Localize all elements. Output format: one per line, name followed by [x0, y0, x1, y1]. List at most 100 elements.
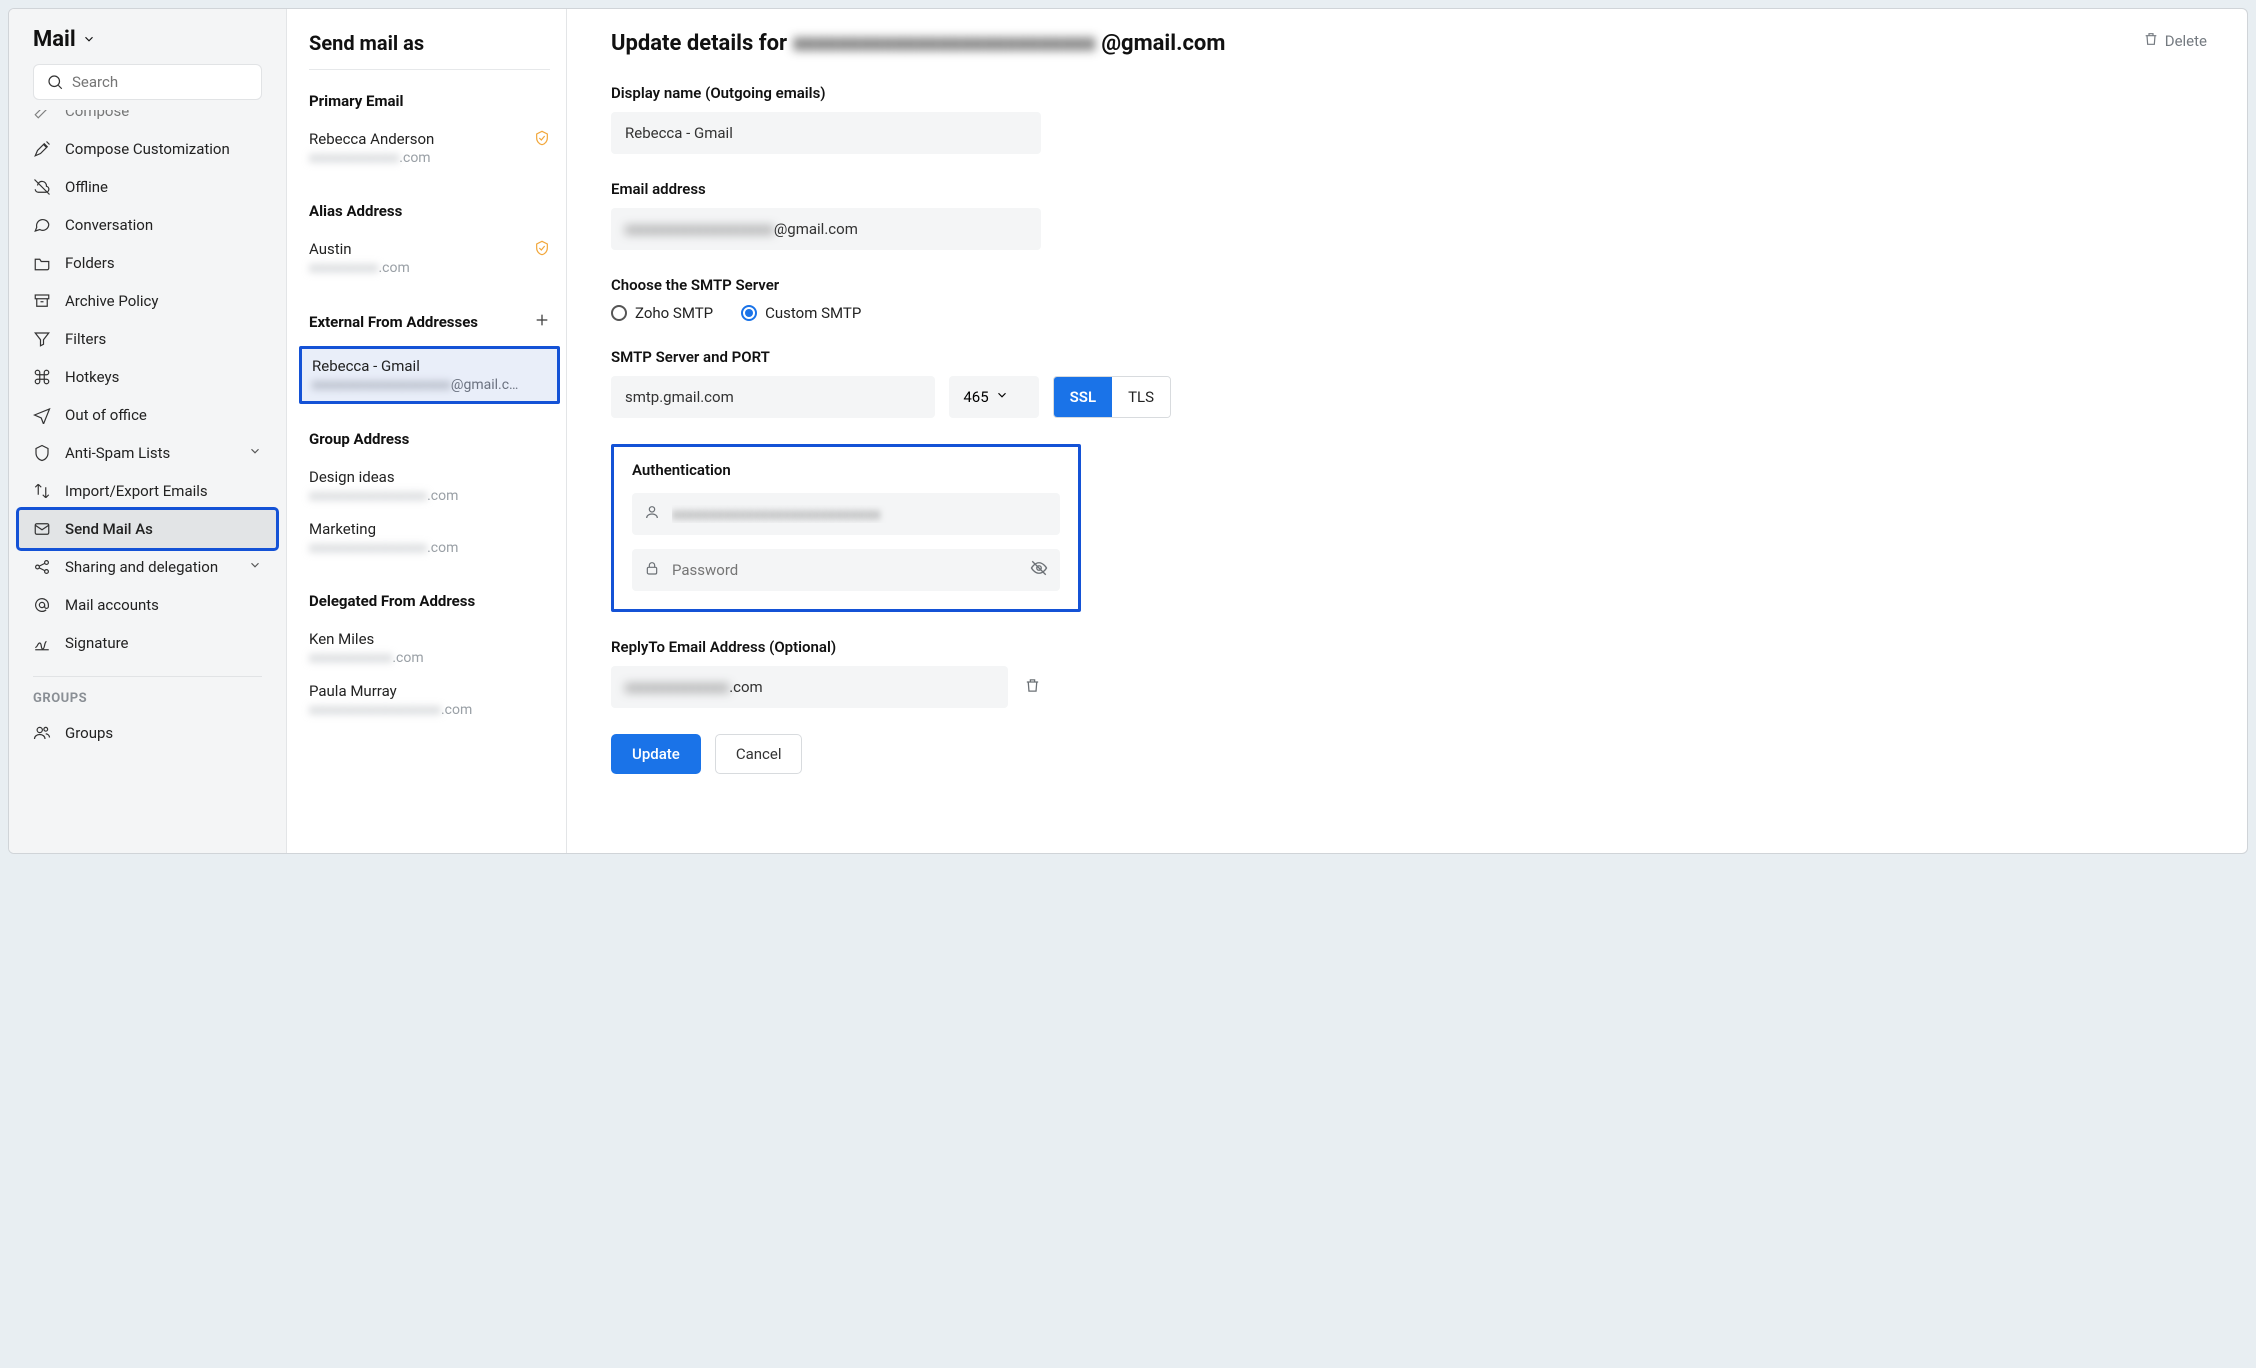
primary-email-entry[interactable]: Rebecca Anderson xxxxxxxxxxxxx.com: [309, 124, 550, 176]
chevron-down-icon: [248, 558, 262, 576]
panel-title: Send mail as: [309, 31, 550, 70]
swap-icon: [33, 482, 51, 500]
email-address-input[interactable]: xxxxxxxxxxxxxxxxxxxx@gmail.com: [611, 208, 1041, 250]
chat-icon: [33, 216, 51, 234]
tls-button[interactable]: TLS: [1112, 377, 1170, 417]
nav-label: Groups: [65, 724, 113, 742]
app-window: Mail Compose Compose Customization Offli…: [8, 8, 2248, 854]
user-icon: [644, 504, 660, 524]
plane-icon: [33, 406, 51, 424]
delete-label: Delete: [2165, 32, 2207, 50]
lock-icon: [644, 560, 660, 580]
entry-name: Austin: [309, 240, 550, 258]
entry-name: Paula Murray: [309, 682, 550, 700]
nav-groups[interactable]: Groups: [19, 714, 276, 752]
nav-folders[interactable]: Folders: [19, 244, 276, 282]
nav-label: Compose: [65, 110, 129, 120]
nav-send-mail-as[interactable]: Send Mail As: [19, 510, 276, 548]
port-value: 465: [963, 388, 988, 406]
delegated-header: Delegated From Address: [309, 592, 550, 610]
entry-email: xxxxxxxxxxxx.com: [309, 650, 550, 666]
nav-label: Import/Export Emails: [65, 482, 208, 500]
nav-label: Hotkeys: [65, 368, 119, 386]
nav-label: Conversation: [65, 216, 153, 234]
alias-entry[interactable]: Austin xxxxxxxxxx.com: [309, 234, 550, 286]
nav-label: Out of office: [65, 406, 147, 424]
tools-icon: [33, 140, 51, 158]
group-entry[interactable]: Marketing xxxxxxxxxxxxxxxxx.com: [309, 514, 550, 566]
nav-import-export[interactable]: Import/Export Emails: [19, 472, 276, 510]
app-title-text: Mail: [33, 27, 76, 52]
detail-panel: Update details for xxxxxxxxxxxxxxxxxxxxx…: [567, 9, 2247, 853]
nav-out-of-office[interactable]: Out of office: [19, 396, 276, 434]
search-input[interactable]: [72, 73, 271, 91]
nav-label: Mail accounts: [65, 596, 159, 614]
replyto-input[interactable]: xxxxxxxxxxxxxx.com: [611, 666, 1008, 708]
group-address-header: Group Address: [309, 430, 550, 448]
nav-filters[interactable]: Filters: [19, 320, 276, 358]
replyto-label: ReplyTo Email Address (Optional): [611, 638, 1041, 656]
delegated-entry[interactable]: Ken Miles xxxxxxxxxxxx.com: [309, 624, 550, 676]
nav-label: Anti-Spam Lists: [65, 444, 170, 462]
signature-icon: [33, 634, 51, 652]
eye-off-icon[interactable]: [1030, 559, 1048, 581]
nav-hotkeys[interactable]: Hotkeys: [19, 358, 276, 396]
external-from-header: External From Addresses: [309, 312, 550, 332]
radio-zoho-smtp[interactable]: Zoho SMTP: [611, 304, 713, 322]
smtp-server-label: SMTP Server and PORT: [611, 348, 1171, 366]
display-name-input[interactable]: [611, 112, 1041, 154]
send-as-icon: [33, 520, 51, 538]
auth-username-input[interactable]: [632, 493, 1060, 535]
nav-compose[interactable]: Compose: [19, 110, 276, 130]
nav-label: Offline: [65, 178, 108, 196]
chevron-down-icon: [995, 388, 1009, 406]
search-box[interactable]: [33, 64, 262, 100]
delete-button[interactable]: Delete: [2143, 31, 2207, 51]
nav-conversation[interactable]: Conversation: [19, 206, 276, 244]
nav-archive-policy[interactable]: Archive Policy: [19, 282, 276, 320]
command-icon: [33, 368, 51, 386]
display-name-label: Display name (Outgoing emails): [611, 84, 1041, 102]
entry-email: xxxxxxxxxxxxxxxxx.com: [309, 540, 550, 556]
auth-password-input[interactable]: [632, 549, 1060, 591]
nav-label: Compose Customization: [65, 140, 230, 158]
cancel-button[interactable]: Cancel: [715, 734, 803, 774]
external-from-label: External From Addresses: [309, 313, 478, 331]
delegated-entry[interactable]: Paula Murray xxxxxxxxxxxxxxxxxxx.com: [309, 676, 550, 728]
nav-offline[interactable]: Offline: [19, 168, 276, 206]
group-entry[interactable]: Design ideas xxxxxxxxxxxxxxxxx.com: [309, 462, 550, 514]
divider: [33, 676, 262, 677]
cloud-off-icon: [33, 178, 51, 196]
nav-label: Send Mail As: [65, 520, 153, 538]
smtp-server-input[interactable]: [611, 376, 935, 418]
radio-custom-smtp[interactable]: Custom SMTP: [741, 304, 861, 322]
verified-shield-icon: [534, 240, 550, 260]
nav-sharing-delegation[interactable]: Sharing and delegation: [19, 548, 276, 586]
entry-name: Rebecca Anderson: [309, 130, 550, 148]
primary-email-header: Primary Email: [309, 92, 550, 110]
nav-signature[interactable]: Signature: [19, 624, 276, 662]
compose-icon: [33, 110, 51, 120]
smtp-choice-label: Choose the SMTP Server: [611, 276, 1041, 294]
chevron-down-icon: [248, 444, 262, 462]
nav-groups-header: GROUPS: [19, 687, 276, 714]
funnel-icon: [33, 330, 51, 348]
nav-mail-accounts[interactable]: Mail accounts: [19, 586, 276, 624]
entry-name: Rebecca - Gmail: [312, 357, 547, 375]
authentication-block: Authentication: [611, 444, 1081, 612]
nav-anti-spam[interactable]: Anti-Spam Lists: [19, 434, 276, 472]
app-title-dropdown[interactable]: Mail: [33, 27, 262, 52]
add-external-address-button[interactable]: [534, 312, 550, 332]
smtp-port-select[interactable]: 465: [949, 376, 1038, 418]
radio-icon: [611, 305, 627, 321]
external-entry-selected[interactable]: Rebecca - Gmail xxxxxxxxxxxxxxxxxxxx@gma…: [299, 346, 560, 404]
update-button[interactable]: Update: [611, 734, 701, 774]
nav-compose-customization[interactable]: Compose Customization: [19, 130, 276, 168]
entry-email: xxxxxxxxxxxxxxxxx.com: [309, 488, 550, 504]
ssl-button[interactable]: SSL: [1054, 377, 1112, 417]
nav-list: Compose Compose Customization Offline Co…: [9, 110, 286, 853]
radio-label: Zoho SMTP: [635, 304, 713, 322]
auth-label: Authentication: [632, 461, 1060, 479]
replyto-remove-button[interactable]: [1024, 677, 1041, 698]
folder-icon: [33, 254, 51, 272]
